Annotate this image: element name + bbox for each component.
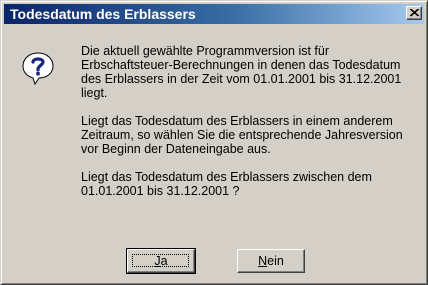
dialog-title: Todesdatum des Erblassers — [10, 6, 196, 22]
question-icon — [22, 52, 54, 85]
message-paragraph-2: Liegt das Todesdatum des Erblassers in e… — [81, 114, 403, 156]
message-text: Die aktuell gewählte Programmversion ist… — [81, 44, 421, 212]
yes-button-label: Ja — [154, 254, 168, 268]
message-paragraph-1: Die aktuell gewählte Programmversion ist… — [81, 44, 402, 100]
dialog-window: Todesdatum des Erblassers Die aktuell ge… — [0, 0, 428, 285]
title-bar[interactable]: Todesdatum des Erblassers — [4, 4, 424, 24]
close-button[interactable] — [406, 6, 422, 20]
close-icon — [410, 9, 419, 17]
no-button-label: Nein — [258, 254, 284, 268]
message-paragraph-3: Liegt das Todesdatum des Erblassers zwis… — [81, 170, 372, 198]
yes-button[interactable]: Ja — [126, 248, 196, 274]
no-button[interactable]: Nein — [237, 249, 305, 273]
